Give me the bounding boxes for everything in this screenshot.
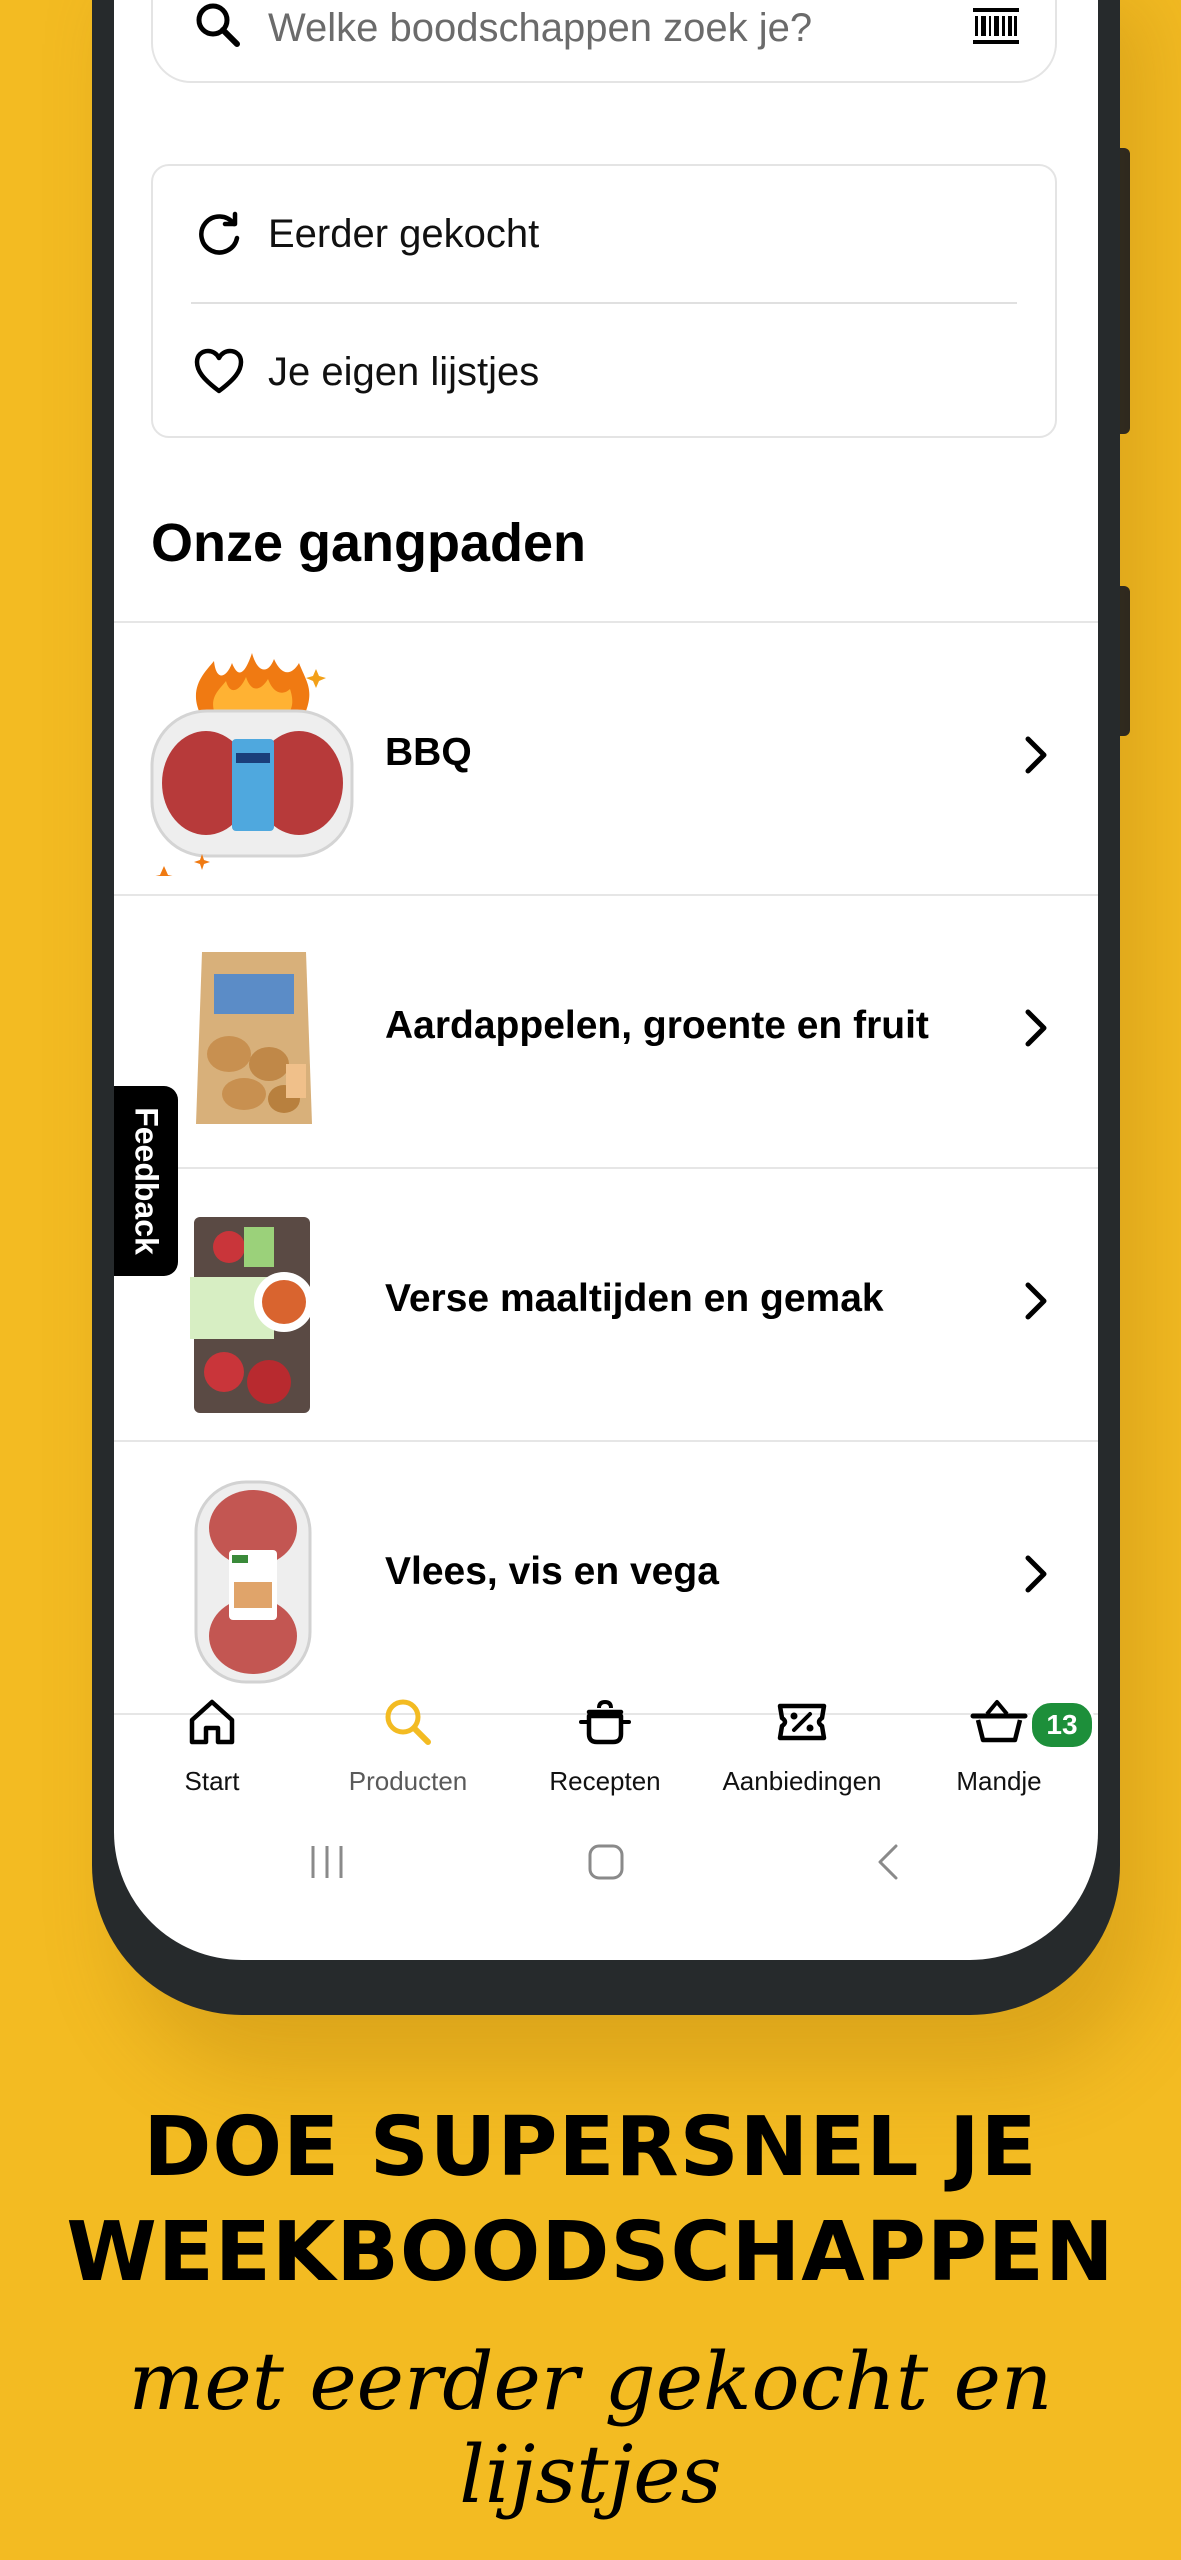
barcode-scan-icon[interactable] [973,8,1019,44]
quick-links-card: Eerder gekocht Je eigen lijstjes [151,164,1057,438]
app-screen: Welke boodschappen zoek je? Eerder gekoc… [114,0,1098,1960]
aisle-list: BBQ Aardappelen, groente en fruit Verse … [114,621,1098,1715]
chevron-right-icon [1025,1009,1047,1047]
pot-icon [579,1699,631,1745]
aisle-label: Verse maaltijden en gemak [385,1277,884,1320]
quick-link-label: Je eigen lijstjes [268,349,540,394]
tab-recepten[interactable]: Recepten [507,1690,703,1810]
tab-mandje[interactable]: 13 Mandje [901,1690,1097,1810]
tab-aanbiedingen[interactable]: Aanbiedingen [704,1690,900,1810]
tab-label: Aanbiedingen [722,1766,882,1796]
aisle-row-aardappelen-groente-fruit[interactable]: Aardappelen, groente en fruit [114,896,1098,1169]
bbq-product-image [150,653,354,876]
tab-start[interactable]: Start [114,1690,310,1810]
chevron-right-icon [1025,1282,1047,1320]
tab-label: Producten [348,1766,468,1796]
tab-producten[interactable]: Producten [310,1690,506,1810]
promo-headline-line1: DOE SUPERSNEL JE [143,2100,1038,2195]
aisle-label: Vlees, vis en vega [385,1550,719,1593]
basket-icon [970,1700,1028,1743]
home-icon [189,1699,235,1745]
aisle-row-vlees-vis-vega[interactable]: Vlees, vis en vega [114,1442,1098,1715]
chevron-right-icon [1025,1555,1047,1593]
quick-link-label: Eerder gekocht [268,211,540,256]
bottom-tab-bar: Start Producten Recepten Aanbiedingen 13… [114,1690,1098,1810]
discount-ticket-icon [777,1703,827,1741]
tab-label: Recepten [549,1766,661,1796]
quick-link-eerder-gekocht[interactable]: Eerder gekocht [153,166,1055,302]
promo-headline-line2: WEEKBOODSCHAPPEN [66,2205,1115,2300]
quick-link-eigen-lijstjes[interactable]: Je eigen lijstjes [153,304,1055,440]
home-button-icon[interactable] [586,1842,626,1882]
aisle-label: Aardappelen, groente en fruit [385,1004,929,1047]
section-title: Onze gangpaden [151,513,587,573]
system-navigation-bar [114,1820,1098,1910]
refresh-icon [199,211,240,255]
feedback-tab[interactable]: Feedback [114,1086,178,1276]
search-bar[interactable]: Welke boodschappen zoek je? [151,0,1057,83]
aisle-row-verse-maaltijden[interactable]: Verse maaltijden en gemak [114,1169,1098,1442]
basket-count-badge: 13 [1029,1700,1095,1750]
search-icon [385,1699,431,1745]
back-icon[interactable] [868,1842,908,1882]
promo-tagline: met eerder gekocht en lijstjes [128,2335,1053,2521]
search-input[interactable]: Welke boodschappen zoek je? [268,6,812,51]
tab-label: Mandje [956,1766,1042,1796]
tab-label: Start [184,1766,240,1796]
search-icon [196,3,240,47]
aisle-row-bbq[interactable]: BBQ [114,623,1098,896]
recent-apps-icon[interactable] [307,1842,347,1882]
burger-pack-image [194,1480,312,1684]
heart-icon [194,348,244,394]
aisle-label: BBQ [385,731,472,774]
feedback-label: Feedback [128,1107,165,1255]
chevron-right-icon [1025,736,1047,774]
